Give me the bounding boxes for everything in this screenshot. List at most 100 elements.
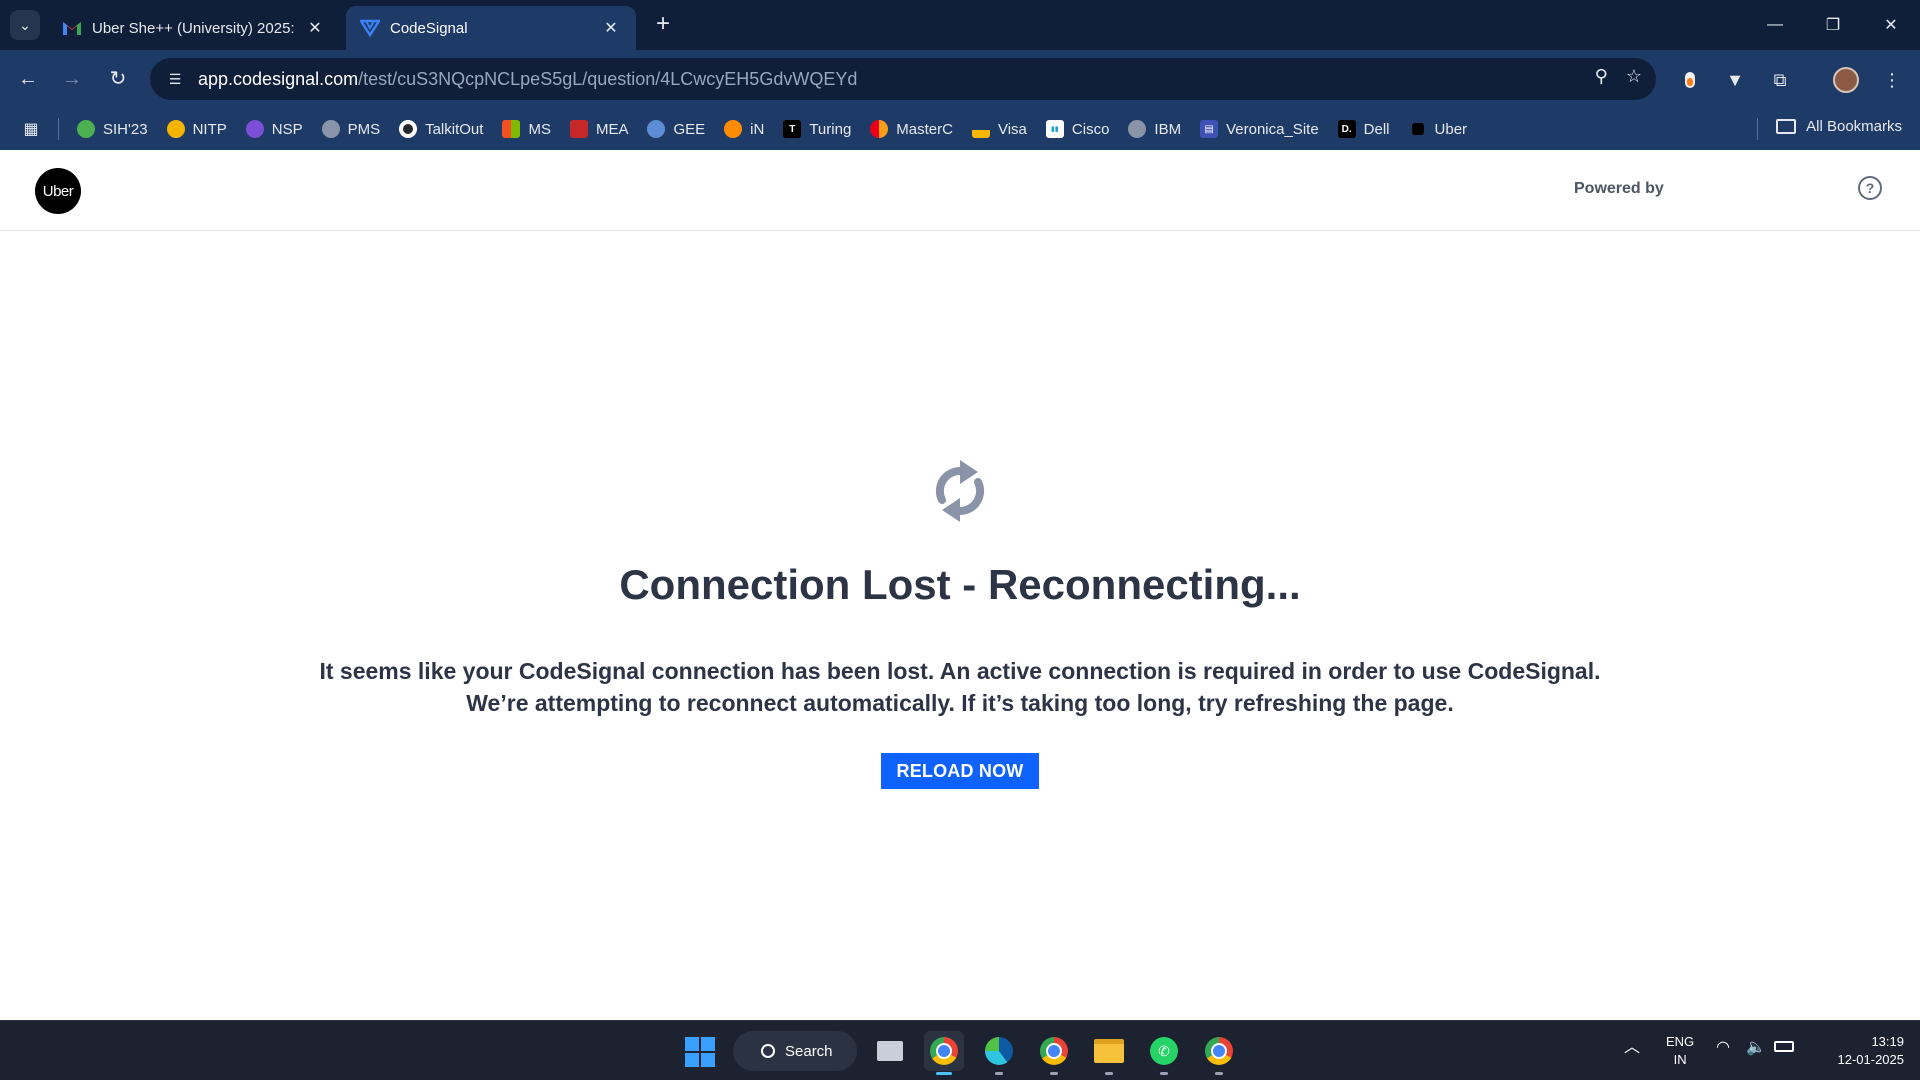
- extension-shield-icon[interactable]: ▼: [1719, 64, 1751, 96]
- bookmark-masterc[interactable]: MasterC: [870, 120, 953, 138]
- window-controls: — ❐ ✕: [1746, 0, 1920, 50]
- bookmark-icon: D.: [1337, 120, 1356, 138]
- search-icon: [761, 1044, 775, 1058]
- search-label: Search: [785, 1042, 833, 1060]
- tab-title: CodeSignal: [390, 19, 468, 37]
- clock[interactable]: 13:19 12-01-2025: [1818, 1033, 1905, 1069]
- bookmark-icon: T: [783, 120, 802, 138]
- bookmark-cisco[interactable]: ▮▮ Cisco: [1045, 120, 1109, 138]
- whatsapp-icon[interactable]: ✆: [1144, 1031, 1184, 1075]
- message-line: We’re attempting to reconnect automatica…: [466, 690, 1454, 716]
- microsoft-icon: [502, 120, 521, 138]
- help-icon[interactable]: ?: [1858, 176, 1882, 200]
- codesignal-icon: [360, 18, 380, 38]
- globe-icon: [1128, 120, 1147, 138]
- bookmark-icon: [647, 120, 666, 138]
- connection-message: It seems like your CodeSignal connection…: [0, 655, 1920, 719]
- language-indicator[interactable]: ENG IN: [1666, 1033, 1694, 1069]
- close-icon[interactable]: ✕: [600, 18, 622, 38]
- message-line: It seems like your CodeSignal connection…: [319, 658, 1601, 684]
- bookmark-visa[interactable]: Visa: [971, 120, 1027, 138]
- bookmark-talkitout[interactable]: TalkitOut: [399, 120, 483, 138]
- folder-icon: [1776, 119, 1797, 134]
- minimize-icon[interactable]: —: [1746, 0, 1804, 50]
- reload-icon[interactable]: ↻: [104, 66, 132, 94]
- battery-icon[interactable]: [1774, 1041, 1794, 1052]
- powered-by-label: Powered by: [1574, 180, 1664, 197]
- time: 13:19: [1871, 1034, 1904, 1049]
- close-icon[interactable]: ✕: [304, 18, 326, 38]
- new-tab-button[interactable]: +: [650, 12, 676, 38]
- bookmark-ms[interactable]: MS: [502, 120, 551, 138]
- menu-dots-icon[interactable]: ⋮: [1876, 64, 1908, 96]
- taskbar-search[interactable]: Search: [733, 1031, 857, 1071]
- forward-arrow-icon[interactable]: →: [58, 66, 86, 94]
- chrome-profile-taskbar-icon[interactable]: [1034, 1031, 1074, 1075]
- bookmark-veronica-site[interactable]: ▤ Veronica_Site: [1200, 120, 1319, 138]
- bookmark-gee[interactable]: GEE: [647, 120, 705, 138]
- bookmark-pms[interactable]: PMS: [321, 120, 380, 138]
- bookmark-nsp[interactable]: NSP: [245, 120, 303, 138]
- tray-chevron-up-icon[interactable]: ︿: [1624, 1039, 1640, 1057]
- browser-toolbar: ← → ↻ ☰ app.codesignal.com/test/cuS3NQcp…: [0, 50, 1920, 108]
- url-host: app.codesignal.com: [198, 68, 359, 89]
- divider: [58, 118, 59, 140]
- all-bookmarks-button[interactable]: All Bookmarks: [1776, 118, 1902, 135]
- tab-gmail[interactable]: Uber She++ (University) 2025: ✕: [48, 6, 340, 50]
- close-window-icon[interactable]: ✕: [1862, 0, 1920, 50]
- bookmark-star-icon[interactable]: ☆: [1626, 66, 1642, 87]
- bookmark-icon: [166, 120, 185, 138]
- bookmark-ibm[interactable]: IBM: [1128, 120, 1181, 138]
- mastercard-icon: [870, 120, 889, 138]
- reload-now-button[interactable]: RELOAD NOW: [881, 753, 1039, 789]
- site-info-icon[interactable]: ☰: [164, 68, 186, 90]
- edge-taskbar-icon[interactable]: [979, 1031, 1019, 1075]
- page-title: Connection Lost - Reconnecting...: [619, 561, 1301, 608]
- windows-start-icon[interactable]: [685, 1037, 715, 1067]
- bookmark-turing[interactable]: T Turing: [783, 120, 851, 138]
- tab-strip: ⌄ Uber She++ (University) 2025: ✕ CodeSi…: [0, 0, 1920, 50]
- bookmark-icon: [1411, 123, 1424, 135]
- globe-icon: [321, 120, 340, 138]
- chrome-alt-taskbar-icon[interactable]: [1199, 1031, 1239, 1075]
- back-arrow-icon[interactable]: ←: [14, 66, 42, 94]
- bookmark-icon: [724, 120, 743, 138]
- wifi-icon[interactable]: ◠: [1716, 1039, 1730, 1057]
- bookmark-nitp[interactable]: NITP: [166, 120, 227, 138]
- profile-avatar[interactable]: [1830, 64, 1862, 96]
- zoom-icon[interactable]: ⚲: [1595, 66, 1608, 87]
- bookmark-in[interactable]: iN: [724, 120, 764, 138]
- bookmarks-bar: ▦ SIH'23 NITP NSP PMS TalkitOut MS MEA G…: [0, 108, 1920, 150]
- bookmark-uber[interactable]: Uber: [1409, 121, 1467, 138]
- tab-title: Uber She++ (University) 2025:: [92, 19, 295, 37]
- main-content: Connection Lost - Reconnecting... It see…: [0, 231, 1920, 1020]
- bookmark-icon: ▮▮: [1045, 120, 1064, 138]
- github-icon: [399, 120, 418, 138]
- tab-search-button[interactable]: ⌄: [10, 10, 40, 40]
- apps-grid-icon[interactable]: ▦: [20, 118, 42, 140]
- date: 12-01-2025: [1837, 1052, 1905, 1067]
- extensions-puzzle-icon[interactable]: ⧉: [1764, 64, 1796, 96]
- bookmark-mea[interactable]: MEA: [569, 120, 628, 138]
- url-path: /test/cuS3NQcpNCLpeS5gL/question/4LCwcyE…: [358, 68, 858, 89]
- chrome-taskbar-icon[interactable]: [924, 1031, 964, 1075]
- volume-icon[interactable]: 🔈: [1746, 1039, 1766, 1057]
- divider: [1757, 118, 1758, 140]
- gmail-icon: [62, 18, 82, 38]
- taskbar: Search ✆ ︿ ENG IN ◠ 🔈 13:19 12-01-2025: [0, 1020, 1920, 1080]
- reconnect-sync-icon: [935, 460, 985, 522]
- bookmark-icon: [569, 120, 588, 138]
- chevron-down-icon: ⌄: [19, 16, 31, 33]
- bookmark-dell[interactable]: D. Dell: [1337, 120, 1390, 138]
- task-view-icon[interactable]: [870, 1031, 910, 1071]
- tab-codesignal[interactable]: CodeSignal ✕: [346, 6, 636, 50]
- bookmark-sih23[interactable]: SIH'23: [77, 120, 148, 138]
- bookmark-icon: ▤: [1200, 120, 1219, 138]
- file-explorer-icon[interactable]: [1089, 1031, 1129, 1075]
- bookmark-icon: [245, 120, 264, 138]
- uber-logo[interactable]: Uber: [35, 168, 81, 214]
- bookmark-icon: [77, 120, 95, 138]
- restore-icon[interactable]: ❐: [1804, 0, 1862, 50]
- address-bar[interactable]: ☰ app.codesignal.com/test/cuS3NQcpNCLpeS…: [150, 58, 1656, 100]
- extension-icon[interactable]: [1674, 64, 1706, 96]
